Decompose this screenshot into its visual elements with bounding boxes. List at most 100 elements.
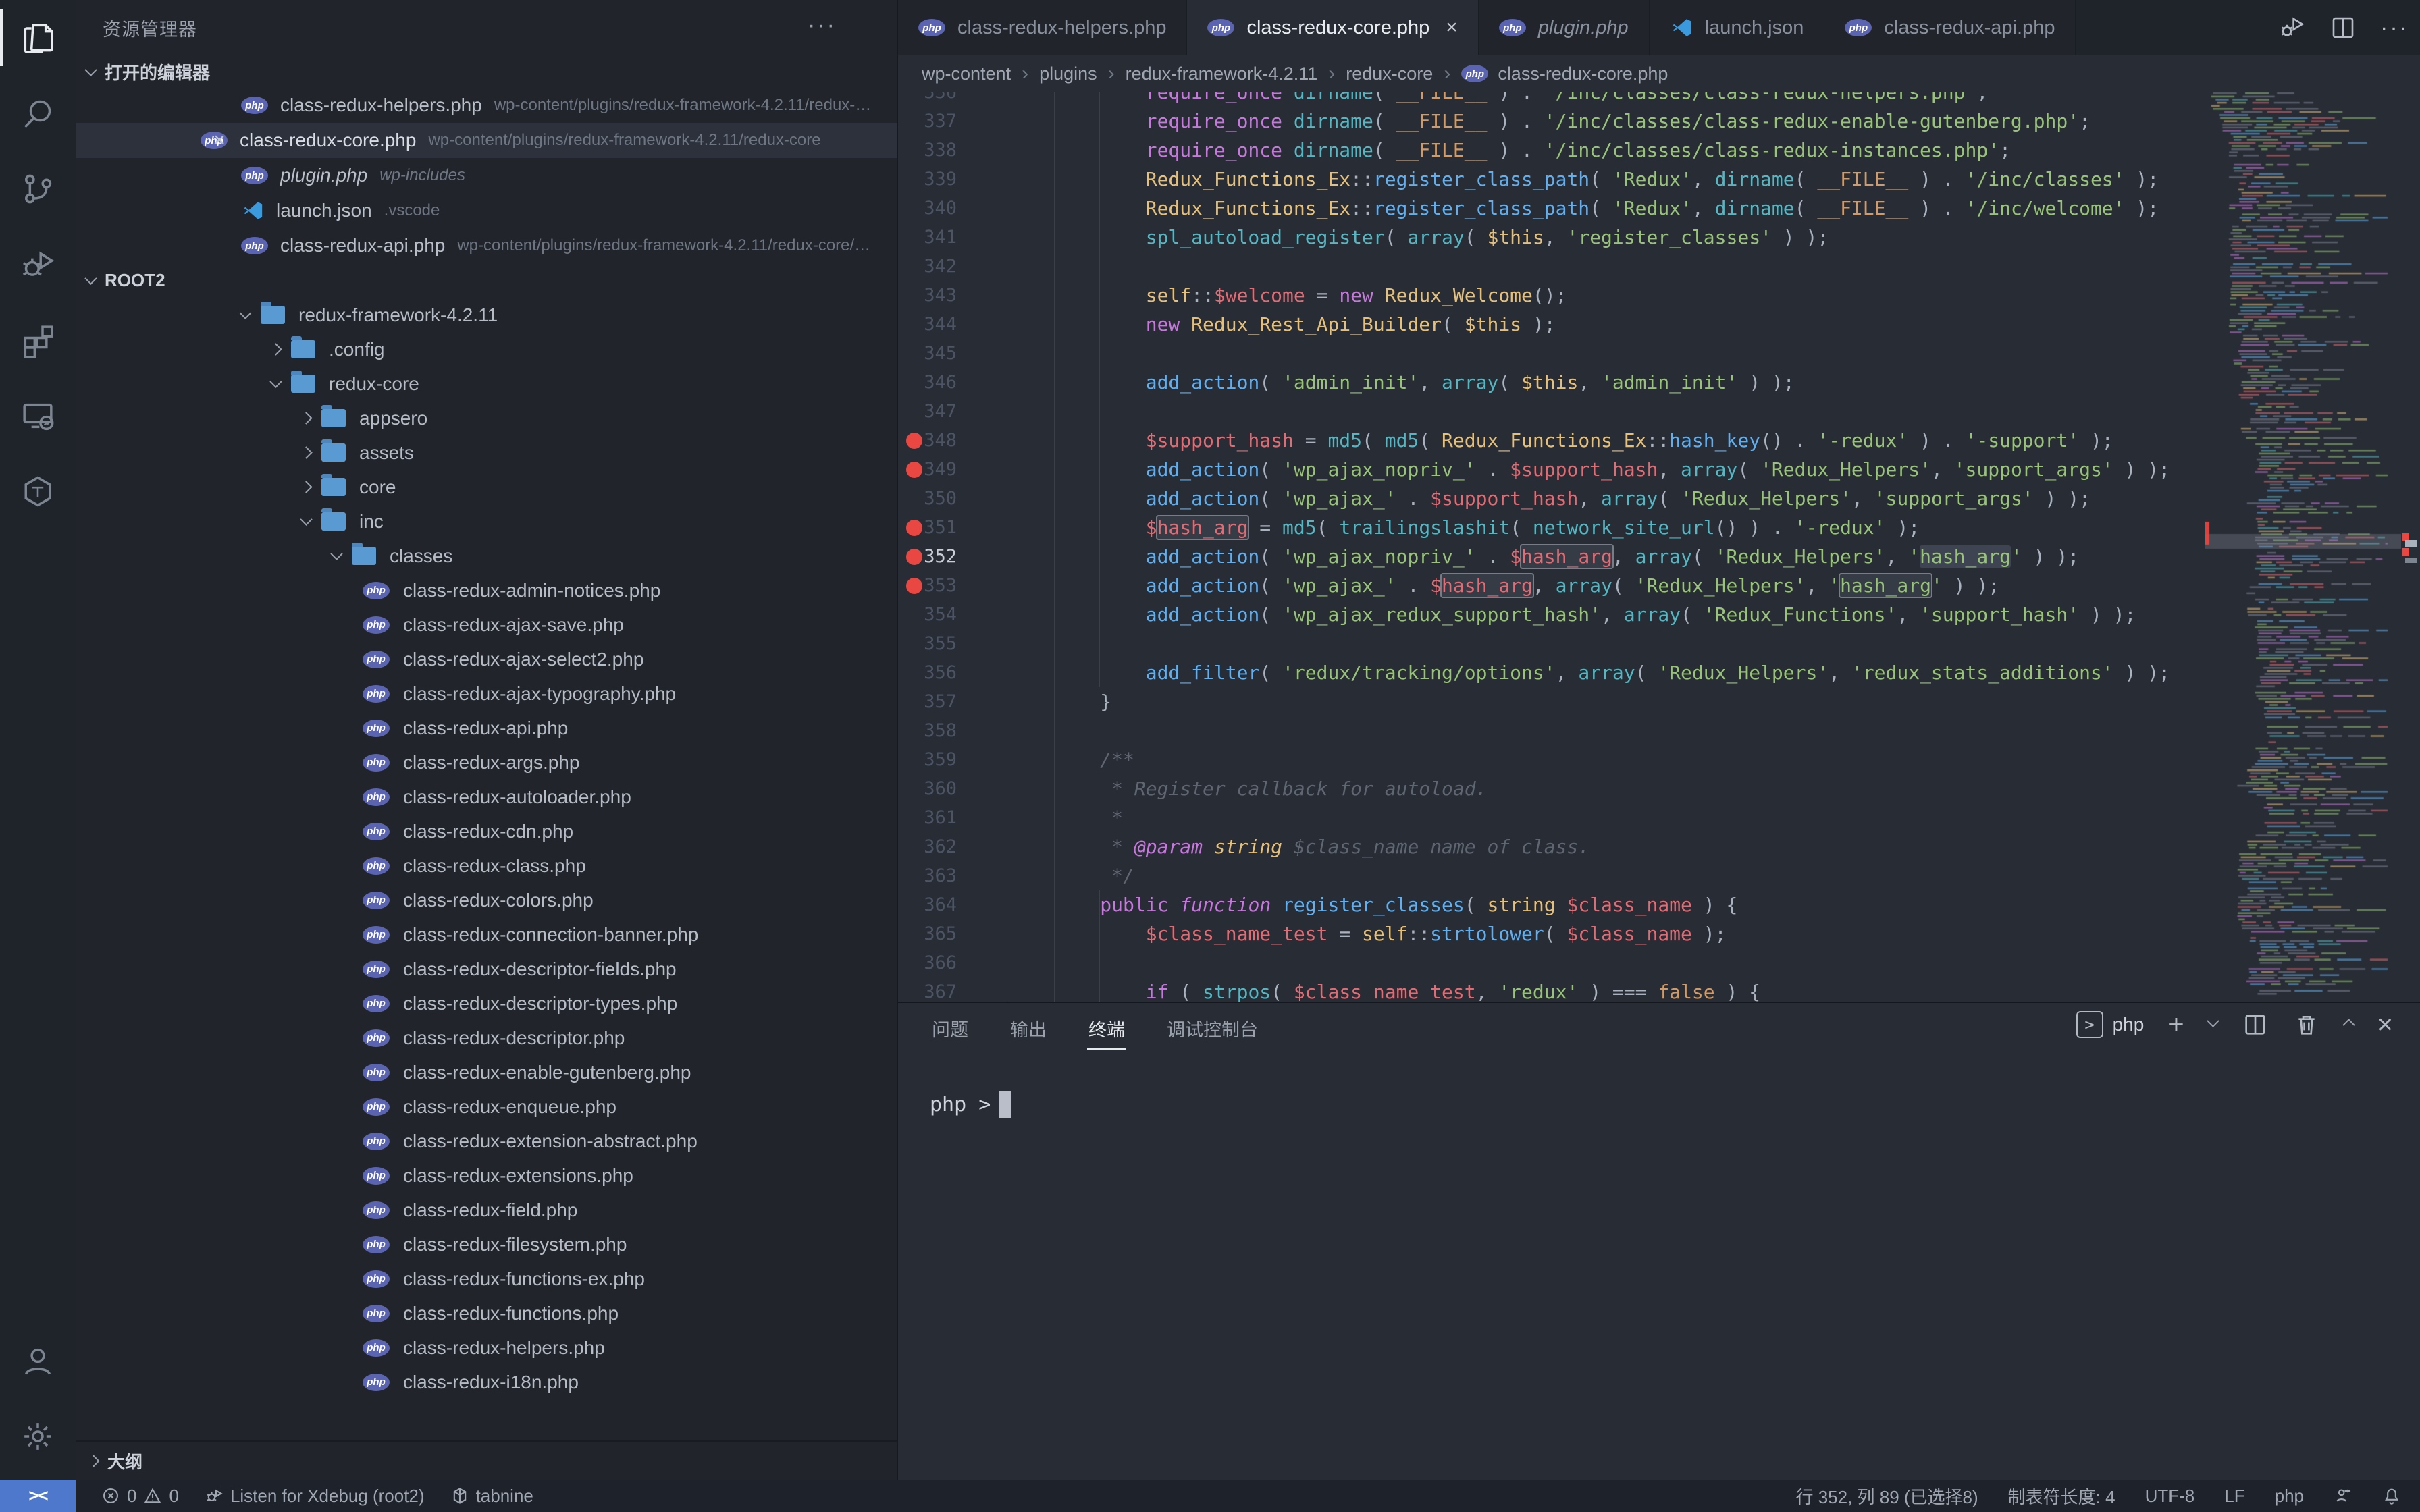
activity-explorer[interactable] [0,0,76,76]
remote-indicator[interactable]: >< [0,1480,76,1512]
tree-file-item[interactable]: phpclass-redux-descriptor.php [76,1021,897,1055]
close-panel-icon[interactable]: × [2377,1011,2393,1038]
breakpoint-icon[interactable] [906,578,922,594]
minimap[interactable] [2205,57,2401,1001]
open-editor-item[interactable]: ×phpclass-redux-core.phpwp-content/plugi… [76,123,897,158]
activity-extensions[interactable] [0,302,76,378]
tree-file-item[interactable]: phpclass-redux-api.php [76,711,897,745]
breadcrumb[interactable]: wp-content›plugins›redux-framework-4.2.1… [898,55,2420,92]
editor-tab[interactable]: launch.json [1650,0,1825,55]
split-terminal-icon[interactable] [2242,1011,2269,1038]
tree-folder-item[interactable]: classes [76,539,897,573]
php-file-icon: php [363,1339,390,1357]
tree-file-item[interactable]: phpclass-redux-helpers.php [76,1330,897,1365]
more-actions-icon[interactable]: ··· [2380,15,2409,41]
tree-folder-item[interactable]: core [76,470,897,504]
tree-file-item[interactable]: phpclass-redux-enable-gutenberg.php [76,1055,897,1089]
open-editor-item[interactable]: phpplugin.phpwp-includes [76,158,897,193]
breadcrumb-segment[interactable]: redux-core [1346,63,1433,84]
tree-folder-item[interactable]: .config [76,332,897,367]
breakpoint-icon[interactable] [906,520,922,536]
editor-tab[interactable]: phpclass-redux-helpers.php [898,0,1187,55]
activity-search[interactable] [0,76,76,151]
tree-folder-item[interactable]: assets [76,435,897,470]
activity-run-debug[interactable] [0,227,76,302]
terminal-shell-selector[interactable]: > php [2076,1011,2145,1038]
breadcrumb-segment[interactable]: plugins [1039,63,1097,84]
run-debug-icon[interactable] [2278,14,2306,42]
tabnine-status[interactable]: tabnine [450,1486,533,1507]
activity-remote-explorer[interactable] [0,378,76,454]
tree-folder-item[interactable]: appsero [76,401,897,435]
activity-settings[interactable] [0,1399,76,1474]
terminal-content[interactable]: php > [930,1091,1011,1118]
tree-file-item[interactable]: phpclass-redux-functions.php [76,1296,897,1330]
editor-tab[interactable]: phpplugin.php [1479,0,1650,55]
tree-folder-item[interactable]: redux-core [76,367,897,401]
tree-file-item[interactable]: phpclass-redux-field.php [76,1193,897,1227]
code-line-text: add_filter( 'redux/tracking/options', ar… [964,658,2170,687]
panel-tab-调试控制台[interactable]: 调试控制台 [1165,1003,1259,1054]
tree-file-item[interactable]: phpclass-redux-extensions.php [76,1158,897,1193]
tree-file-item[interactable]: phpclass-redux-extension-abstract.php [76,1124,897,1158]
cursor-position[interactable]: 行 352, 列 89 (已选择8) [1795,1484,1978,1509]
tree-file-item[interactable]: phpclass-redux-connection-banner.php [76,917,897,952]
panel-tab-终端[interactable]: 终端 [1087,1003,1126,1054]
code-line-text: add_action( 'wp_ajax_redux_support_hash'… [964,600,2136,629]
activity-tabnine[interactable] [0,454,76,529]
kill-terminal-icon[interactable] [2293,1011,2320,1038]
breakpoint-icon[interactable] [906,433,922,449]
tree-folder-item[interactable]: inc [76,504,897,539]
outline-section[interactable]: 大纲 [76,1440,897,1480]
tree-file-item[interactable]: phpclass-redux-admin-notices.php [76,573,897,608]
indentation-status[interactable]: 制表符长度: 4 [2008,1484,2115,1509]
activity-source-control[interactable] [0,151,76,227]
tree-file-item[interactable]: phpclass-redux-functions-ex.php [76,1262,897,1296]
breadcrumb-segment[interactable]: wp-content [922,63,1011,84]
breadcrumb-segment[interactable]: class-redux-core.php [1498,63,1668,84]
activity-account[interactable] [0,1323,76,1399]
close-icon[interactable]: × [1446,16,1458,39]
maximize-panel-icon[interactable] [2344,1019,2353,1031]
tree-file-item[interactable]: phpclass-redux-class.php [76,848,897,883]
tree-file-item[interactable]: phpclass-redux-colors.php [76,883,897,917]
notifications-status[interactable] [2382,1486,2401,1505]
breakpoint-icon[interactable] [906,549,922,565]
feedback-status[interactable] [2334,1486,2352,1505]
tree-file-item[interactable]: phpclass-redux-filesystem.php [76,1227,897,1262]
terminal-dropdown-icon[interactable] [2209,1019,2217,1031]
tree-file-item[interactable]: phpclass-redux-ajax-typography.php [76,676,897,711]
tree-file-item[interactable]: phpclass-redux-args.php [76,745,897,780]
language-mode[interactable]: php [2275,1486,2304,1507]
encoding-status[interactable]: UTF-8 [2145,1486,2195,1507]
open-editor-item[interactable]: launch.json.vscode [76,193,897,228]
root-folder-header[interactable]: ROOT2 [76,263,897,298]
new-terminal-icon[interactable]: + [2168,1011,2184,1038]
tree-file-item[interactable]: phpclass-redux-enqueue.php [76,1089,897,1124]
editor-tab[interactable]: phpclass-redux-core.php× [1187,0,1478,55]
tree-file-item[interactable]: phpclass-redux-autoloader.php [76,780,897,814]
split-editor-icon[interactable] [2329,14,2357,42]
xdebug-status[interactable]: Listen for Xdebug (root2) [205,1486,425,1507]
open-editor-item[interactable]: phpclass-redux-api.phpwp-content/plugins… [76,228,897,263]
panel-tab-问题[interactable]: 问题 [930,1003,970,1054]
code-editor[interactable]: 336 require_once dirname( __FILE__ ) . '… [898,0,2401,1002]
editor-tab[interactable]: phpclass-redux-api.php [1824,0,2076,55]
tree-file-item[interactable]: phpclass-redux-cdn.php [76,814,897,848]
tree-file-item[interactable]: phpclass-redux-i18n.php [76,1365,897,1399]
panel-tab-输出[interactable]: 输出 [1009,1003,1048,1054]
eol-status[interactable]: LF [2224,1486,2244,1507]
open-editors-header[interactable]: 打开的编辑器 [76,55,897,88]
open-editor-item[interactable]: phpclass-redux-helpers.phpwp-content/plu… [76,88,897,123]
tree-file-item[interactable]: phpclass-redux-descriptor-types.php [76,986,897,1021]
problems-status[interactable]: 0 0 [101,1486,179,1507]
editor-scrollbar[interactable] [2401,0,2420,1002]
tree-file-item[interactable]: phpclass-redux-ajax-select2.php [76,642,897,676]
breadcrumb-segment[interactable]: redux-framework-4.2.11 [1126,63,1318,84]
tree-folder-item[interactable]: redux-framework-4.2.11 [76,298,897,332]
tree-file-item[interactable]: phpclass-redux-ajax-save.php [76,608,897,642]
tree-file-item[interactable]: phpclass-redux-descriptor-fields.php [76,952,897,986]
breakpoint-icon[interactable] [906,462,922,478]
close-icon[interactable]: × [208,129,231,152]
sidebar-more-actions-icon[interactable]: ··· [808,12,837,38]
